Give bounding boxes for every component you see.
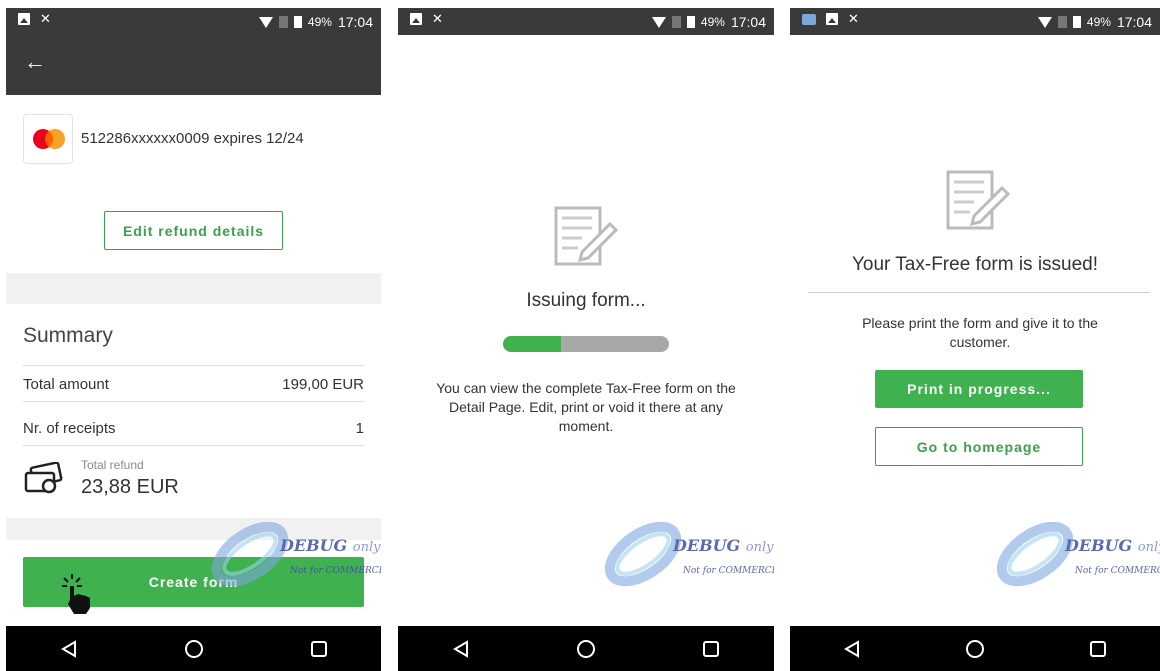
- card-expiry: expires 12/24: [213, 130, 304, 147]
- debug-watermark: DEBUG only Not for COMMERCIAL: [995, 521, 1160, 592]
- watermark-swoosh-icon: [604, 521, 682, 587]
- debug-watermark: DEBUG only Not for COMMERCIAL: [603, 521, 774, 592]
- clock: 17:04: [1116, 14, 1152, 30]
- android-nav-bar: [790, 626, 1160, 671]
- watermark-subtitle: Not for COMMERCIAL: [290, 566, 381, 576]
- total-refund-label: Total refund: [81, 458, 144, 472]
- divider: [23, 401, 364, 402]
- print-in-progress-button[interactable]: Print in progress...: [875, 370, 1083, 408]
- missed-call-icon: ✕: [40, 11, 51, 26]
- go-to-homepage-button[interactable]: Go to homepage: [875, 427, 1083, 466]
- issuing-description: You can view the complete Tax-Free form …: [436, 380, 736, 434]
- refund-summary-screen: ✕ 49% 17:04 ← 512286xxxxxx0009 expires 1…: [6, 8, 381, 671]
- section-divider: [6, 273, 381, 304]
- watermark-title: DEBUG only: [673, 536, 774, 555]
- back-arrow-icon[interactable]: ←: [24, 49, 46, 75]
- total-amount-value: 199,00 EUR: [282, 376, 364, 393]
- watermark-subtitle: Not for COMMERCIAL: [1075, 566, 1160, 576]
- tap-cursor-icon: [62, 574, 90, 614]
- android-nav-bar: [6, 626, 381, 671]
- document-edit-icon: [946, 170, 1011, 230]
- nav-back-icon[interactable]: [837, 634, 867, 664]
- edit-refund-details-button[interactable]: Edit refund details: [104, 211, 283, 250]
- missed-call-icon: ✕: [432, 11, 443, 26]
- divider: [23, 365, 364, 366]
- card-info: 512286xxxxxx0009 expires 12/24: [81, 130, 304, 147]
- clock: 17:04: [337, 14, 373, 30]
- nav-back-icon[interactable]: [54, 634, 84, 664]
- summary-title: Summary: [23, 324, 113, 347]
- clock: 17:04: [730, 14, 766, 30]
- watermark-title: DEBUG only: [280, 536, 381, 555]
- battery-icon: [293, 16, 302, 28]
- missed-call-icon: ✕: [848, 11, 859, 26]
- app-toolbar: ←: [6, 35, 381, 95]
- form-issued-screen: ✕ 49% 17:04 Your Tax-Free form is issued…: [790, 8, 1160, 671]
- watermark-swoosh-icon: [996, 521, 1074, 587]
- divider: [808, 292, 1150, 293]
- issuing-title: Issuing form...: [526, 290, 646, 311]
- nav-home-icon[interactable]: [960, 634, 990, 664]
- battery-percent: 49%: [307, 15, 332, 29]
- card-number: 512286xxxxxx0009: [81, 130, 210, 147]
- nav-back-icon[interactable]: [446, 634, 476, 664]
- wifi-icon: [651, 16, 666, 28]
- no-sim-icon: [278, 16, 288, 28]
- nav-recents-icon[interactable]: [696, 634, 726, 664]
- total-amount-label: Total amount: [23, 376, 109, 393]
- receipts-value: 1: [355, 420, 364, 437]
- mastercard-icon: [33, 129, 65, 149]
- wifi-icon: [1037, 16, 1052, 28]
- battery-percent: 49%: [700, 15, 725, 29]
- image-notification-icon: [410, 13, 422, 25]
- nav-recents-icon[interactable]: [1083, 634, 1113, 664]
- progress-bar: [503, 336, 669, 352]
- battery-icon: [1072, 16, 1081, 28]
- issued-title: Your Tax-Free form is issued!: [851, 254, 1099, 275]
- nav-home-icon[interactable]: [571, 634, 601, 664]
- divider: [23, 445, 364, 446]
- receipts-label: Nr. of receipts: [23, 420, 116, 437]
- nav-recents-icon[interactable]: [304, 634, 334, 664]
- no-sim-icon: [1057, 16, 1067, 28]
- watermark-subtitle: Not for COMMERCIAL: [683, 566, 774, 576]
- image-notification-icon: [18, 13, 30, 25]
- document-edit-icon: [554, 206, 619, 266]
- debug-watermark: DEBUG only Not for COMMERCIAL: [210, 521, 381, 592]
- android-nav-bar: [398, 626, 774, 671]
- status-bar: ✕ 49% 17:04: [398, 8, 774, 35]
- status-bar: ✕ 49% 17:04: [790, 8, 1160, 35]
- battery-icon: [686, 16, 695, 28]
- refund-cash-icon: [24, 462, 63, 494]
- wifi-icon: [258, 16, 273, 28]
- issuing-form-screen: ✕ 49% 17:04 Issuing form... You can view…: [398, 8, 774, 671]
- card-logo: [23, 114, 73, 164]
- no-sim-icon: [671, 16, 681, 28]
- watermark-swoosh-icon: [211, 521, 289, 587]
- issued-message: Please print the form and give it to the…: [862, 315, 1098, 350]
- battery-percent: 49%: [1086, 15, 1111, 29]
- status-bar: ✕ 49% 17:04: [6, 8, 381, 35]
- progress-fill: [503, 336, 562, 352]
- watermark-title: DEBUG only: [1065, 536, 1160, 555]
- printer-notification-icon: [802, 13, 816, 25]
- image-notification-icon: [826, 13, 838, 25]
- nav-home-icon[interactable]: [179, 634, 209, 664]
- total-refund-value: 23,88 EUR: [81, 476, 179, 498]
